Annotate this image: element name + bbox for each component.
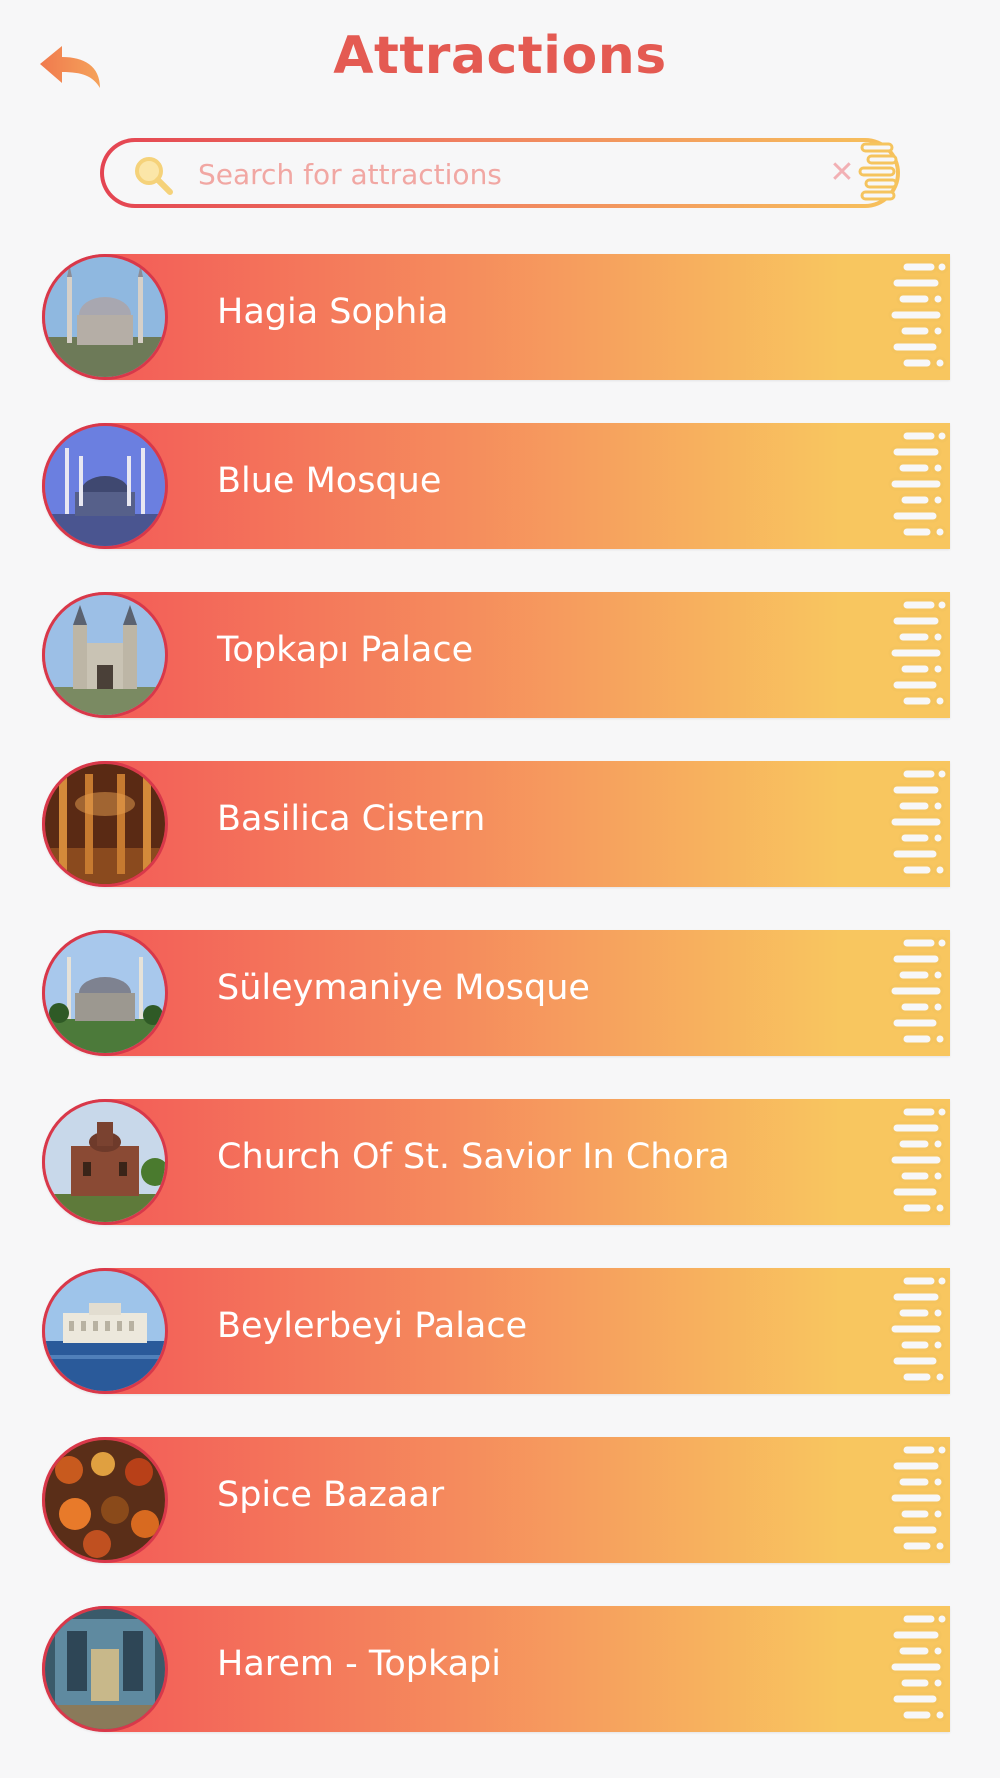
search-drip-decoration bbox=[858, 142, 898, 201]
thumbnail-topkapi-palace bbox=[42, 592, 168, 718]
thumbnail-suleymaniye-mosque bbox=[42, 930, 168, 1056]
list-item[interactable]: Hagia Sophia bbox=[42, 254, 950, 380]
list-item[interactable]: Blue Mosque bbox=[42, 423, 950, 549]
header: Attractions bbox=[0, 0, 1000, 120]
attraction-label: Blue Mosque bbox=[217, 461, 442, 501]
drip-decoration bbox=[888, 598, 949, 708]
drip-decoration bbox=[888, 1105, 949, 1215]
attraction-label: Beylerbeyi Palace bbox=[217, 1306, 528, 1346]
list-item[interactable]: Church Of St. Savior In Chora bbox=[42, 1099, 950, 1225]
list-item[interactable]: Süleymaniye Mosque bbox=[42, 930, 950, 1056]
attraction-label: Topkapı Palace bbox=[217, 630, 474, 670]
thumbnail-chora-church bbox=[42, 1099, 168, 1225]
attraction-label: Harem - Topkapi bbox=[217, 1644, 501, 1684]
drip-decoration bbox=[888, 1443, 949, 1553]
thumbnail-hagia-sophia bbox=[42, 254, 168, 380]
drip-decoration bbox=[888, 1274, 949, 1384]
thumbnail-spice-bazaar bbox=[42, 1437, 168, 1563]
attraction-label: Spice Bazaar bbox=[217, 1475, 445, 1515]
thumbnail-beylerbeyi-palace bbox=[42, 1268, 168, 1394]
drip-decoration bbox=[888, 767, 949, 877]
search-icon bbox=[135, 157, 173, 195]
thumbnail-blue-mosque bbox=[42, 423, 168, 549]
search-input[interactable] bbox=[196, 150, 800, 198]
drip-decoration bbox=[888, 260, 949, 370]
search-bar: ✕ bbox=[100, 138, 900, 208]
drip-decoration bbox=[888, 429, 949, 539]
list-item[interactable]: Spice Bazaar bbox=[42, 1437, 950, 1563]
list-item[interactable]: Beylerbeyi Palace bbox=[42, 1268, 950, 1394]
thumbnail-basilica-cistern bbox=[42, 761, 168, 887]
list-item[interactable]: Harem - Topkapi bbox=[42, 1606, 950, 1732]
attraction-label: Basilica Cistern bbox=[217, 799, 486, 839]
attraction-label: Church Of St. Savior In Chora bbox=[217, 1137, 730, 1177]
thumbnail-harem-topkapi bbox=[42, 1606, 168, 1732]
list-item[interactable]: Topkapı Palace bbox=[42, 592, 950, 718]
attraction-label: Hagia Sophia bbox=[217, 292, 449, 332]
page-title: Attractions bbox=[333, 26, 667, 86]
drip-decoration bbox=[888, 1612, 949, 1722]
drip-decoration bbox=[888, 936, 949, 1046]
search-bar-inner: ✕ bbox=[104, 142, 898, 204]
attraction-label: Süleymaniye Mosque bbox=[217, 968, 590, 1008]
list-item[interactable]: Basilica Cistern bbox=[42, 761, 950, 887]
